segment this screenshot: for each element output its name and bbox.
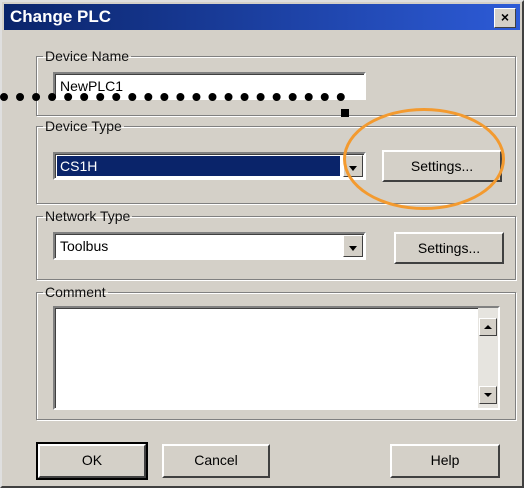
window-title: Change PLC: [10, 7, 112, 26]
selected-highlight: [57, 156, 340, 176]
chevron-down-icon[interactable]: [343, 235, 363, 257]
ok-button[interactable]: OK: [36, 442, 148, 480]
device-name-label: Device Name: [45, 48, 130, 64]
close-button[interactable]: ×: [494, 8, 516, 28]
callout-endpoint: [341, 109, 349, 117]
scroll-up-icon[interactable]: [479, 318, 497, 336]
network-type-value: Toolbus: [60, 238, 109, 254]
highlight-ellipse: [343, 108, 505, 210]
device-type-label: Device Type: [45, 118, 122, 134]
device-name-value: NewPLC1: [60, 78, 124, 94]
cancel-button[interactable]: Cancel: [162, 444, 270, 478]
callout-dotted-line: [0, 93, 345, 101]
scroll-down-icon[interactable]: [479, 386, 497, 404]
network-type-settings-label: Settings...: [417, 240, 481, 256]
title-bar: Change PLC ×: [4, 4, 520, 30]
network-type-label: Network Type: [45, 208, 131, 224]
change-plc-dialog: Change PLC × Device Name NewPLC1 Device …: [0, 0, 524, 488]
network-type-select[interactable]: Toolbus: [53, 232, 366, 260]
device-type-value: CS1H: [60, 158, 98, 174]
comment-textarea[interactable]: [53, 306, 500, 410]
close-icon: ×: [500, 9, 510, 25]
help-button[interactable]: Help: [390, 444, 500, 478]
comment-label: Comment: [45, 284, 106, 300]
ok-label: OK: [81, 452, 103, 468]
cancel-label: Cancel: [194, 452, 238, 468]
network-type-settings-button[interactable]: Settings...: [394, 232, 504, 264]
device-type-select[interactable]: CS1H: [53, 152, 366, 180]
comment-scrollbar[interactable]: [478, 308, 498, 408]
help-label: Help: [430, 452, 460, 468]
